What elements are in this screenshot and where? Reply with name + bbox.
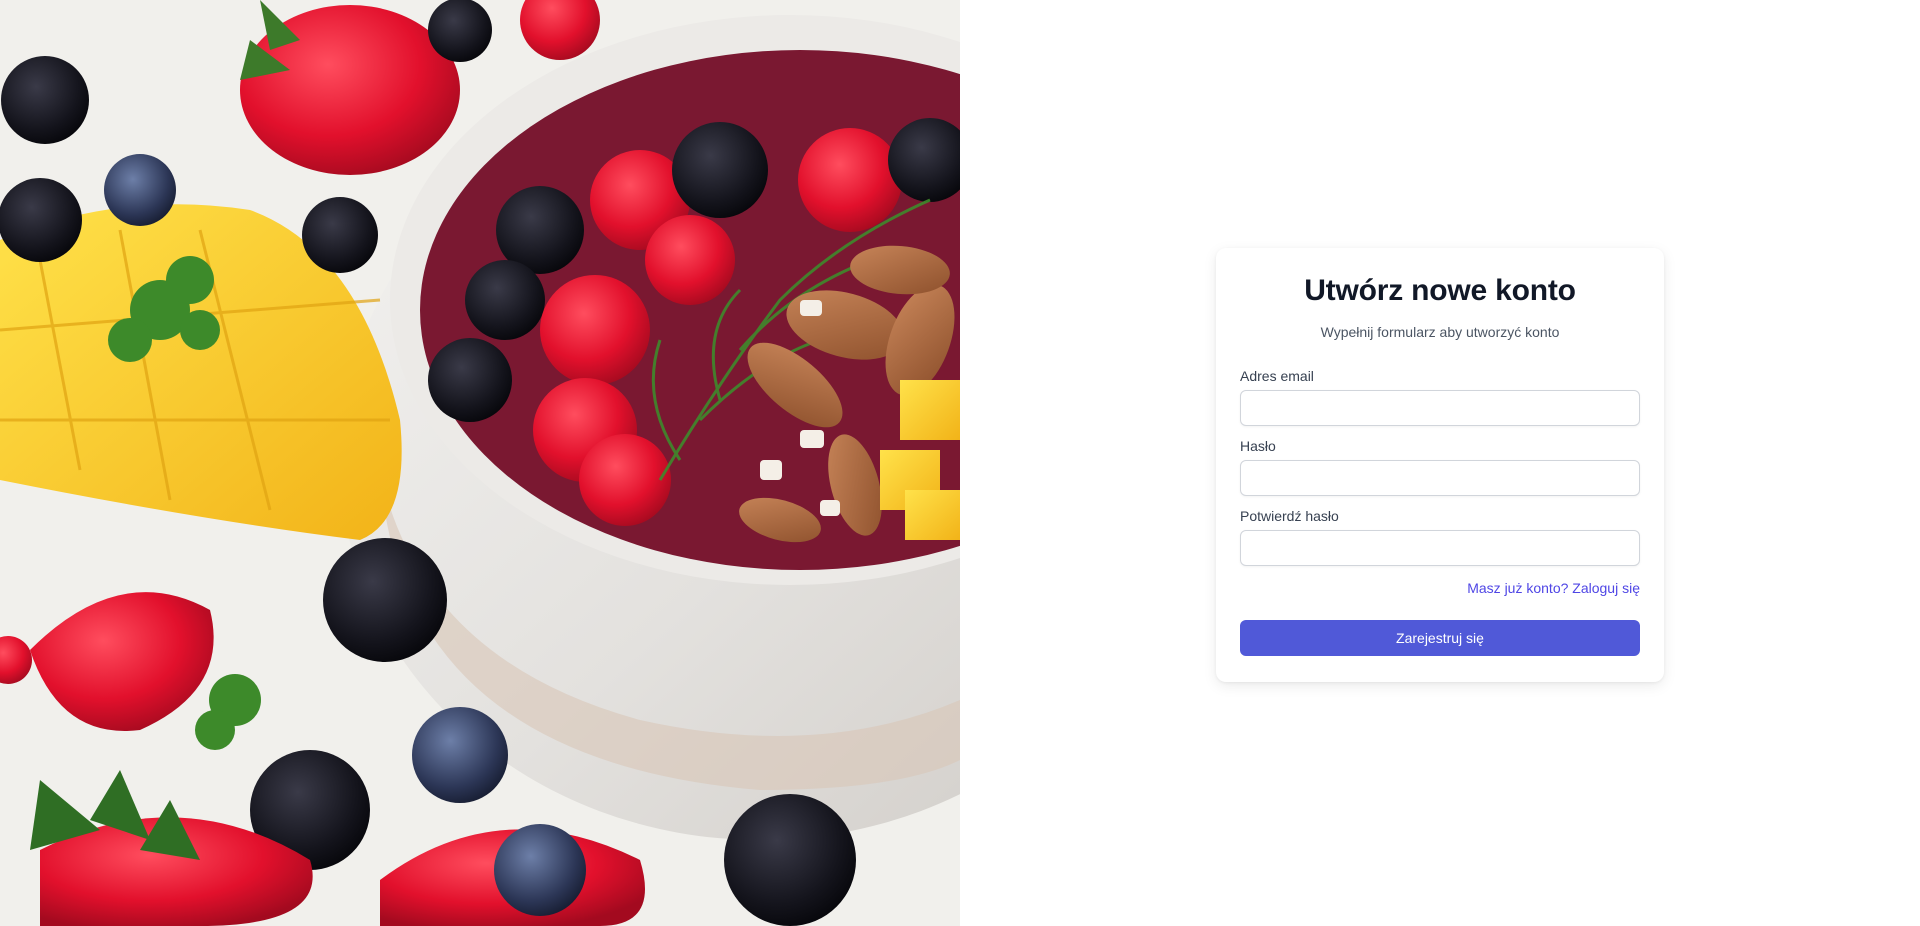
password-label: Hasło [1240, 438, 1276, 454]
email-field-group: Adres email [1240, 368, 1640, 426]
page-subtitle: Wypełnij formularz aby utworzyć konto [1320, 324, 1560, 340]
email-label: Adres email [1240, 368, 1314, 384]
password-field-group: Hasło [1240, 438, 1640, 496]
login-link[interactable]: Masz już konto? Zaloguj się [1467, 580, 1640, 596]
signup-card: Utwórz nowe konto Wypełnij formularz aby… [1216, 248, 1664, 682]
signup-form: Adres email Hasło Potwierdź hasło Masz j… [1240, 368, 1640, 656]
hero-image [0, 0, 960, 926]
login-link-row: Masz już konto? Zaloguj się [1240, 580, 1640, 596]
form-panel: Utwórz nowe konto Wypełnij formularz aby… [960, 0, 1920, 926]
fruit-bowl-illustration [0, 0, 960, 926]
confirm-password-field-group: Potwierdź hasło [1240, 508, 1640, 566]
signup-page: Utwórz nowe konto Wypełnij formularz aby… [0, 0, 1920, 926]
page-title: Utwórz nowe konto [1304, 274, 1576, 307]
email-field[interactable] [1240, 390, 1640, 426]
confirm-password-field[interactable] [1240, 530, 1640, 566]
register-button[interactable]: Zarejestruj się [1240, 620, 1640, 656]
password-field[interactable] [1240, 460, 1640, 496]
confirm-password-label: Potwierdź hasło [1240, 508, 1339, 524]
